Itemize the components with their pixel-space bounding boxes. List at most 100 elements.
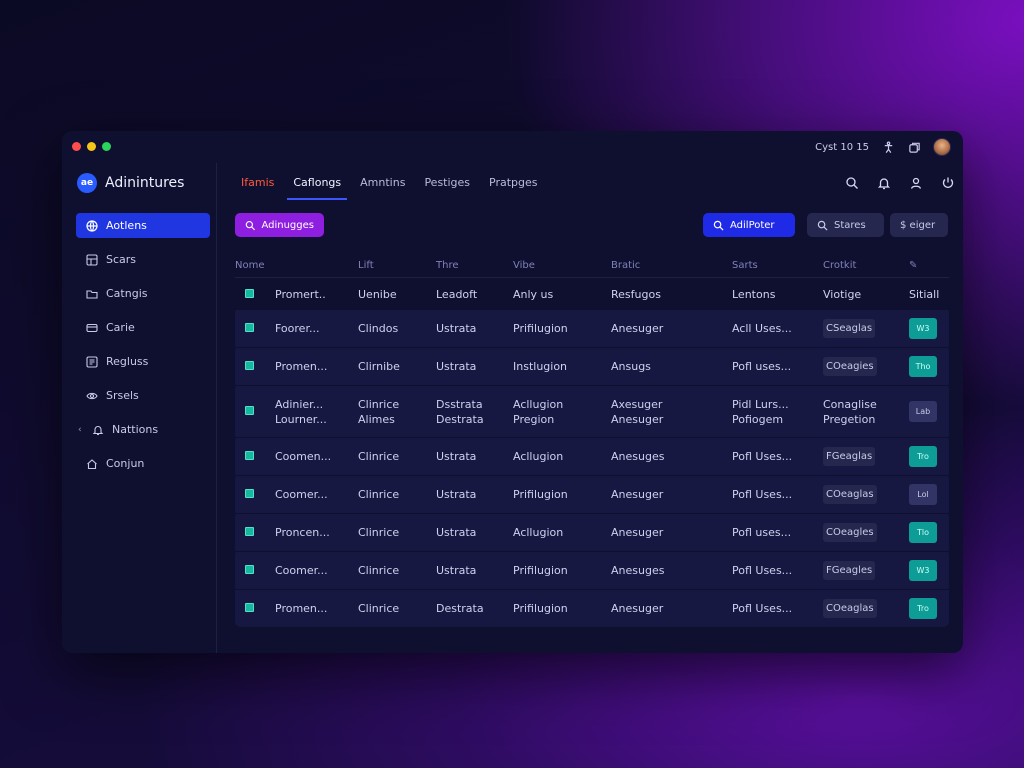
tag-chip: COeagles (823, 523, 877, 542)
home-icon (86, 458, 98, 470)
clock-text: Cyst 10 15 (815, 141, 869, 153)
status-badge[interactable]: Lol (909, 484, 937, 505)
cell-text: Clinrice (358, 450, 400, 463)
row-checkbox[interactable] (235, 321, 275, 336)
power-icon[interactable] (941, 175, 955, 189)
sidebar-item-aotlens[interactable]: Aotlens (76, 213, 210, 238)
status-badge[interactable]: Tro (909, 598, 937, 619)
close-window-button[interactable] (72, 142, 81, 151)
row-checkbox[interactable] (235, 359, 275, 374)
sidebar-item-catngis[interactable]: Catngis (76, 281, 210, 306)
maximize-window-button[interactable] (102, 142, 111, 151)
bell-icon (92, 424, 104, 436)
stares-button[interactable]: Stares (807, 213, 884, 237)
grid-icon (86, 253, 98, 266)
cell-text: Prifilugion (513, 488, 568, 501)
row-checkbox[interactable] (235, 487, 275, 502)
table-row[interactable]: Promen... Clirnibe Ustrata Instlugion Ansugs… (235, 348, 949, 386)
tab-ifamis[interactable]: Ifamis (235, 172, 280, 200)
sidebar-item-srsels[interactable]: Srsels (76, 383, 210, 408)
sidebar-item-scars[interactable]: Scars (76, 247, 210, 272)
table-cell: Clinrice Alimes (358, 397, 436, 427)
tab-caflongs[interactable]: Caflongs (287, 172, 348, 200)
row-checkbox[interactable] (235, 404, 275, 419)
status-badge[interactable]: W3 (909, 318, 937, 339)
tab-amntins[interactable]: Amntins (354, 172, 411, 200)
sidebar-item-label: Regluss (106, 355, 149, 368)
cell-text: Clindos (358, 322, 399, 335)
table-cell: Acllugion (513, 449, 611, 464)
search-action-label: AdilPoter (730, 219, 775, 231)
sidebar-item-nattions[interactable]: ‹ Nattions (76, 417, 210, 442)
row-checkbox[interactable] (235, 563, 275, 578)
cell-text-secondary: Pofiogem (732, 412, 784, 426)
cell-text: Clinrice (358, 564, 400, 577)
tab-pratpges[interactable]: Pratpges (483, 172, 543, 200)
tag-cell: Conaglise Pregetion (823, 397, 909, 427)
sidebar-nav: Aotlens Scars Catngis Carie Regluss Srse… (76, 213, 210, 485)
tab-pestiges[interactable]: Pestiges (418, 172, 476, 200)
edit-columns-icon[interactable]: ✎ (909, 258, 949, 273)
cell-text: Anesuges (611, 450, 665, 463)
column-header[interactable]: Lift (358, 258, 436, 273)
table-row[interactable]: Foorer... Clindos Ustrata Prifilugion Anesug… (235, 310, 949, 348)
cell-text: Dsstrata (436, 397, 483, 411)
column-header[interactable]: Bratic (611, 258, 732, 273)
cell-text-secondary: Pregetion (823, 412, 876, 426)
table-row[interactable]: Adinier... Lourner... Clinrice Alimes Dsstra… (235, 386, 949, 438)
search-action-button[interactable]: AdilPoter (703, 213, 795, 237)
table-cell: Anesuger (611, 321, 732, 336)
table-cell: Acllugion Pregion (513, 397, 611, 427)
table-row[interactable]: Coomer... Clinrice Ustrata Prifilugion Anesu… (235, 552, 949, 590)
search-icon (713, 220, 724, 231)
minimize-window-button[interactable] (87, 142, 96, 151)
column-header[interactable]: Thre (436, 258, 513, 273)
table-cell: Clinrice (358, 563, 436, 578)
tag-chip: COeaglas (823, 599, 877, 618)
user-avatar[interactable] (933, 138, 951, 156)
row-checkbox[interactable] (235, 287, 275, 302)
sidebar-item-carie[interactable]: Carie (76, 315, 210, 340)
cell-text: Pofl Uses... (732, 450, 793, 463)
data-table: Nome Lift Thre Vibe Bratic Sarts Crotkit… (235, 253, 949, 628)
bell-icon[interactable] (877, 175, 891, 190)
main-content: Ifamis Caflongs Amntins Pestiges Pratpge… (218, 163, 963, 653)
table-row[interactable]: Promen... Clinrice Destrata Prifilugion Anes… (235, 590, 949, 628)
table-cell: Prifilugion (513, 487, 611, 502)
cell-text: Ustrata (436, 526, 477, 539)
sidebar-item-conjun[interactable]: Conjun (76, 451, 210, 476)
status-badge[interactable]: Tro (909, 446, 937, 467)
table-cell: Prifilugion (513, 321, 611, 336)
row-checkbox[interactable] (235, 525, 275, 540)
accessibility-icon[interactable] (881, 140, 895, 154)
column-header[interactable]: Sarts (732, 258, 823, 273)
table-row[interactable]: Coomen... Clinrice Ustrata Acllugion Anesuge… (235, 438, 949, 476)
column-header[interactable]: Vibe (513, 258, 611, 273)
status-badge[interactable]: Tho (909, 356, 937, 377)
column-header[interactable]: Crotkit (823, 258, 909, 273)
window-copy-icon[interactable] (907, 140, 921, 154)
column-header[interactable]: Nome (235, 258, 358, 273)
table-cell: Clinrice (358, 449, 436, 464)
status-badge[interactable]: Lab (909, 401, 937, 422)
status-badge[interactable]: W3 (909, 560, 937, 581)
primary-action-button[interactable]: Adinugges (235, 213, 324, 237)
table-cell: Pofl Uses... (732, 601, 823, 616)
tag-chip: COeaglas (823, 485, 877, 504)
table-cell: Pofl Uses... (732, 449, 823, 464)
row-checkbox[interactable] (235, 449, 275, 464)
table-row[interactable]: Proncen... Clinrice Ustrata Acllugion Anesug… (235, 514, 949, 552)
table-row[interactable]: Coomer... Clinrice Ustrata Prifilugion Anesu… (235, 476, 949, 514)
eiger-button[interactable]: $ eiger (890, 213, 948, 237)
cell-text: Ustrata (436, 488, 477, 501)
tag-chip: COeagies (823, 357, 877, 376)
status-badge[interactable]: Tlo (909, 522, 937, 543)
row-checkbox[interactable] (235, 601, 275, 616)
table-row[interactable]: Promert.. Uenibe Leadoft Anly us Resfugo… (235, 278, 949, 310)
search-icon[interactable] (845, 175, 859, 189)
user-icon[interactable] (909, 175, 923, 189)
table-cell: Anly us (513, 287, 554, 301)
table-cell: Prifilugion (513, 563, 611, 578)
sidebar-item-regluss[interactable]: Regluss (76, 349, 210, 374)
table-cell: Clinrice (358, 525, 436, 540)
